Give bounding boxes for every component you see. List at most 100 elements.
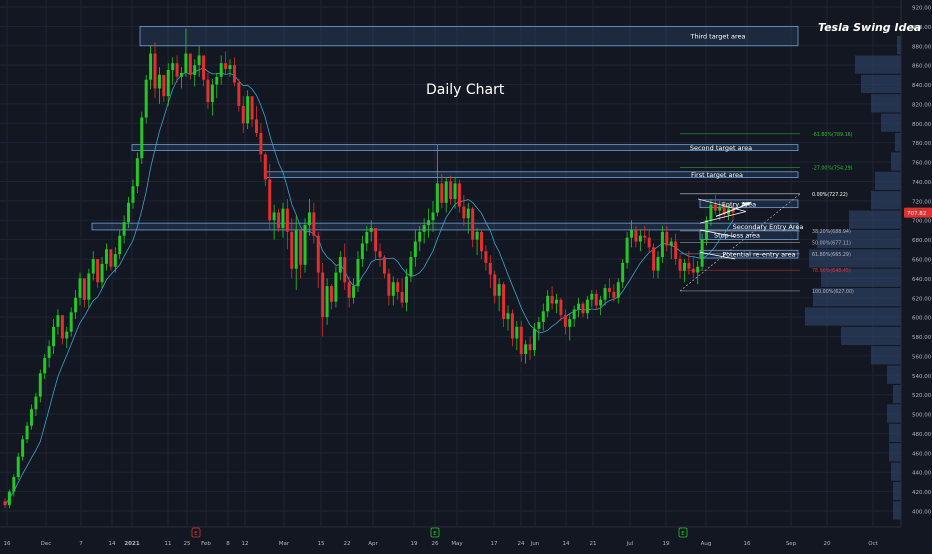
candle-body: [374, 227, 378, 252]
candle-body: [422, 225, 426, 232]
candle-body: [7, 491, 11, 506]
fib-label: 38.20%(688.94): [812, 229, 851, 235]
candle-body: [56, 315, 60, 327]
candle-body: [678, 259, 682, 271]
candle-body: [69, 312, 73, 332]
x-tick-label: 19: [663, 541, 670, 547]
x-tick-label: 14: [109, 541, 116, 547]
candle-body: [537, 322, 541, 329]
y-tick-label: 860.00: [912, 64, 932, 70]
candle-body: [29, 409, 33, 426]
candle-body: [638, 235, 642, 242]
candle-body: [427, 220, 431, 226]
candle: [303, 218, 307, 273]
zone-label: First target area: [691, 171, 743, 179]
y-tick-label: 740.00: [912, 180, 932, 186]
candle-body: [87, 273, 91, 300]
y-tick-label: 800.00: [912, 122, 932, 128]
candle-body: [630, 229, 634, 238]
candle-body: [528, 344, 532, 351]
candle-body: [149, 53, 153, 80]
candle-body: [153, 53, 157, 89]
candle: [144, 74, 148, 124]
volume-profile-bar: [891, 152, 901, 171]
candle-body: [131, 186, 135, 203]
fib-label: 100.00%(627.00): [812, 289, 854, 295]
candle: [16, 452, 20, 480]
y-tick-label: 680.00: [912, 238, 932, 244]
candle-body: [506, 313, 510, 320]
candle-body: [612, 291, 616, 298]
candle-body: [674, 241, 678, 259]
candle-body: [559, 299, 563, 316]
candle-body: [572, 309, 576, 320]
candle-body: [625, 237, 629, 263]
candle-body: [78, 278, 82, 298]
candle-body: [197, 55, 201, 66]
volume-profile-bar: [895, 133, 901, 152]
chart: Third target area Second target area First…: [0, 0, 932, 550]
candle-body: [224, 63, 228, 70]
last-price-label: 707.82: [907, 211, 926, 217]
candle-body: [303, 225, 307, 265]
candle-body: [202, 55, 206, 80]
chart-title: Tesla Swing Idea: [818, 21, 922, 34]
x-tick-label: 7: [79, 541, 83, 547]
candle-body: [316, 235, 320, 273]
candle-body: [188, 53, 192, 75]
candle-body: [669, 241, 673, 246]
candle-body: [713, 204, 717, 211]
candle-body: [652, 247, 656, 271]
candle-body: [594, 293, 598, 306]
y-tick-label: 520.00: [912, 393, 932, 399]
zone-label: Secondary Entry Area: [733, 223, 804, 231]
candle-body: [660, 231, 664, 258]
candle-body: [563, 315, 567, 327]
y-tick-label: 780.00: [912, 141, 932, 147]
candle-body: [157, 74, 161, 89]
y-tick-label: 920.00: [912, 6, 932, 12]
candle-body: [515, 326, 519, 339]
candle-body: [546, 295, 550, 312]
fib-label: 78.60%(648.45): [812, 268, 851, 274]
candle-body: [599, 299, 603, 306]
y-tick-label: 660.00: [912, 258, 932, 264]
y-tick-label: 440.00: [912, 471, 932, 477]
zone-label: Potential re-entry area: [722, 251, 795, 259]
y-tick-label: 500.00: [912, 413, 932, 419]
candle-body: [656, 257, 660, 271]
x-tick-label: 16: [744, 541, 751, 547]
candle-body: [435, 183, 439, 213]
candle-body: [140, 117, 144, 159]
candle-body: [135, 158, 139, 187]
y-tick-label: 420.00: [912, 490, 932, 496]
fib-label: -61.80%(789.16): [812, 132, 853, 138]
x-tick-label: 11: [165, 541, 172, 547]
candle-body: [43, 357, 47, 374]
candle-body: [603, 288, 607, 300]
candle-body: [321, 272, 325, 318]
y-tick-label: 620.00: [912, 296, 932, 302]
candle-body: [616, 282, 620, 298]
candle-body: [338, 257, 342, 273]
candle: [334, 266, 338, 308]
earnings-marker-label: E: [433, 531, 437, 537]
candle-body: [541, 311, 545, 322]
x-tick-label: Apr: [368, 541, 378, 547]
candle-body: [696, 266, 700, 273]
candle-body: [144, 79, 148, 118]
candle-body: [356, 259, 360, 287]
candle-body: [219, 63, 223, 77]
x-tick-label: Sep: [786, 541, 797, 547]
candle-body: [369, 227, 373, 232]
y-tick-label: 460.00: [912, 451, 932, 457]
candle-body: [38, 373, 42, 397]
candle-body: [347, 282, 351, 298]
candle-body: [122, 222, 126, 236]
y-tick-label: 540.00: [912, 374, 932, 380]
y-tick-label: 880.00: [912, 44, 932, 50]
fib-label: 0.00%(727.22): [812, 192, 848, 198]
volume-profile-bar: [887, 404, 901, 423]
zone-label: Second target area: [690, 144, 752, 152]
candle-body: [462, 206, 466, 219]
